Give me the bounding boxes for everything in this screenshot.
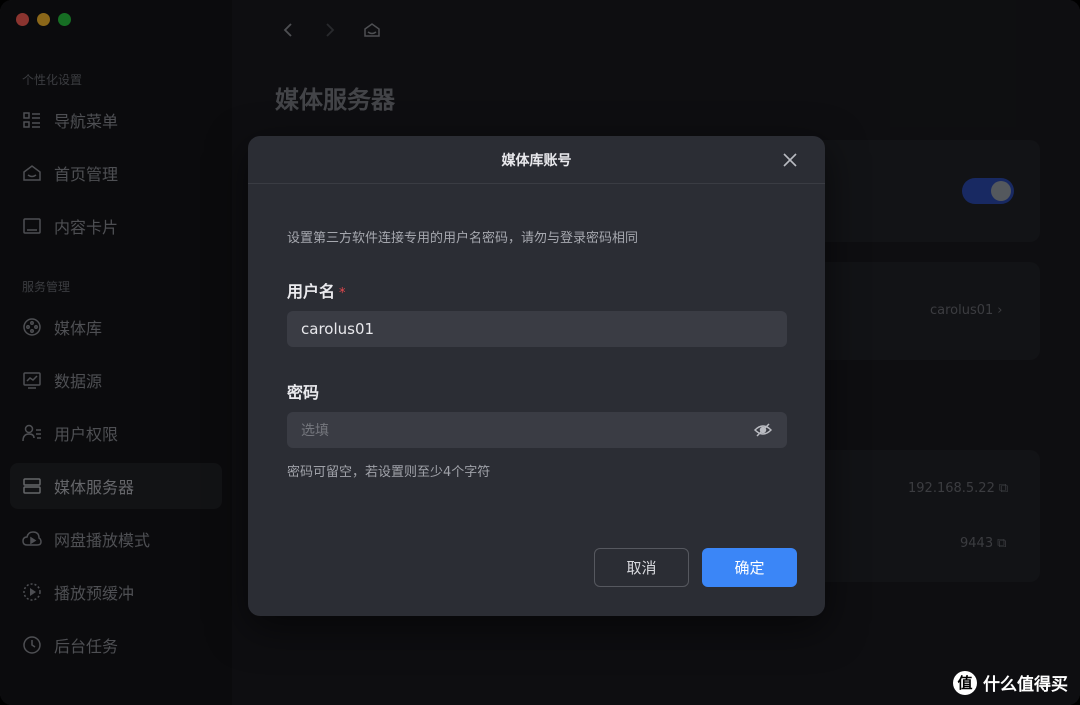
watermark-logo: 值 [953, 670, 977, 695]
eye-hidden-icon[interactable] [754, 422, 772, 438]
required-mark: * [339, 286, 346, 301]
cancel-button[interactable]: 取消 [594, 548, 689, 587]
dialog-title: 媒体库账号 [501, 152, 572, 169]
username-input[interactable] [287, 311, 787, 347]
dialog-description: 设置第三方软件连接专用的用户名密码，请勿与登录密码相同 [287, 231, 639, 246]
media-library-account-dialog: 媒体库账号 设置第三方软件连接专用的用户名密码，请勿与登录密码相同 用户名* 密… [248, 136, 825, 616]
confirm-button[interactable]: 确定 [702, 548, 797, 587]
password-label: 密码 [287, 383, 320, 402]
app-window: 个性化设置 导航菜单 首页管理 内容卡片 服务管理 媒体库 数据源 用户权限 媒… [0, 0, 1080, 705]
password-hint: 密码可留空，若设置则至少4个字符 [287, 465, 491, 480]
username-label-text: 用户名 [287, 282, 336, 301]
close-icon[interactable] [781, 151, 799, 169]
password-input[interactable] [287, 412, 787, 448]
watermark: 值 什么值得买 [953, 670, 1068, 695]
watermark-text: 什么值得买 [983, 675, 1068, 695]
dialog-header: 媒体库账号 [248, 136, 825, 184]
username-label: 用户名 * [287, 278, 346, 302]
